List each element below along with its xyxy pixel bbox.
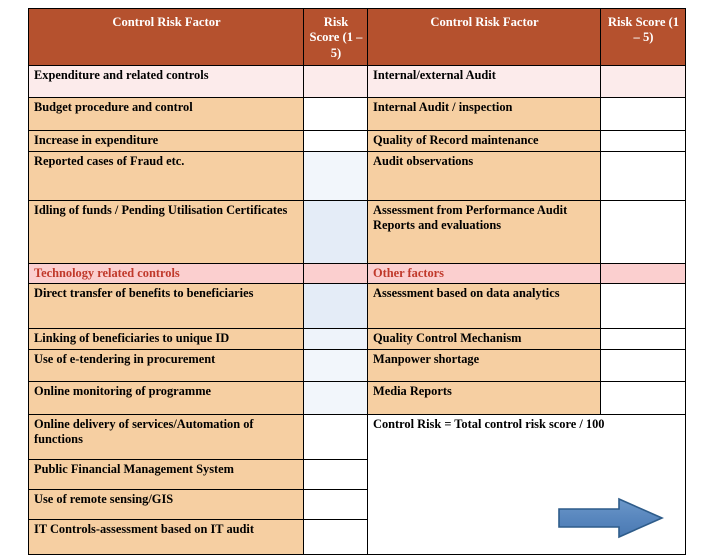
table-row: Linking of beneficiaries to unique ID Qu… [28, 328, 686, 351]
risk-score-cell[interactable] [303, 381, 368, 416]
risk-score-cell[interactable] [303, 97, 368, 131]
table-header-row: Control Risk Factor Risk Score (1 – 5) C… [28, 8, 686, 66]
risk-factor-cell: Idling of funds / Pending Utilisation Ce… [28, 200, 304, 264]
risk-factor-cell: Internal Audit / inspection [367, 97, 601, 131]
risk-factor-cell: Quality Control Mechanism [367, 328, 601, 351]
table-row: Increase in expenditure Quality of Recor… [28, 130, 686, 152]
risk-factor-cell: Budget procedure and control [28, 97, 304, 131]
risk-score-cell[interactable] [303, 328, 368, 351]
table-row: Reported cases of Fraud etc. Audit obser… [28, 151, 686, 201]
risk-score-cell[interactable] [303, 151, 368, 201]
risk-factor-cell: IT Controls-assessment based on IT audit [28, 519, 304, 555]
risk-factor-cell: Increase in expenditure [28, 130, 304, 152]
control-risk-formula-cell: Control Risk = Total control risk score … [367, 414, 686, 555]
risk-score-cell[interactable] [303, 262, 368, 285]
risk-factor-cell: Online delivery of services/Automation o… [28, 414, 304, 461]
header-risk-score-left: Risk Score (1 – 5) [303, 8, 368, 66]
risk-score-cell[interactable] [600, 130, 686, 152]
header-risk-score-right: Risk Score (1 – 5) [600, 8, 686, 66]
risk-score-cell[interactable] [303, 200, 368, 264]
table-row: Budget procedure and control Internal Au… [28, 97, 686, 131]
header-control-risk-factor-left: Control Risk Factor [28, 8, 304, 66]
risk-score-cell[interactable] [303, 459, 368, 491]
risk-factor-cell: Direct transfer of benefits to beneficia… [28, 283, 304, 330]
risk-score-cell[interactable] [600, 65, 686, 98]
risk-factor-cell: Reported cases of Fraud etc. [28, 151, 304, 201]
risk-score-cell[interactable] [303, 489, 368, 521]
risk-score-cell[interactable] [600, 97, 686, 131]
table-row: Direct transfer of benefits to beneficia… [28, 283, 686, 330]
risk-factor-cell: Use of remote sensing/GIS [28, 489, 304, 521]
table-row: Idling of funds / Pending Utilisation Ce… [28, 200, 686, 264]
header-control-risk-factor-right: Control Risk Factor [367, 8, 601, 66]
risk-factor-cell: Other factors [367, 262, 601, 285]
risk-score-cell[interactable] [303, 283, 368, 330]
risk-factor-cell: Audit observations [367, 151, 601, 201]
risk-factor-cell: Linking of beneficiaries to unique ID [28, 328, 304, 351]
risk-factor-cell: Quality of Record maintenance [367, 130, 601, 152]
risk-factor-cell: Assessment from Performance Audit Report… [367, 200, 601, 264]
risk-score-cell[interactable] [303, 65, 368, 98]
control-risk-factor-table: Control Risk Factor Risk Score (1 – 5) C… [28, 8, 686, 555]
risk-score-cell[interactable] [600, 262, 686, 285]
risk-score-cell[interactable] [303, 519, 368, 555]
risk-factor-cell: Public Financial Management System [28, 459, 304, 491]
risk-score-cell[interactable] [600, 349, 686, 383]
risk-factor-cell: Technology related controls [28, 262, 304, 285]
slide-canvas: Control Risk Factor Risk Score (1 – 5) C… [0, 0, 720, 555]
table-row: Expenditure and related controls Interna… [28, 65, 686, 98]
risk-factor-cell: Manpower shortage [367, 349, 601, 383]
risk-factor-cell: Internal/external Audit [367, 65, 601, 98]
risk-score-cell[interactable] [600, 151, 686, 201]
risk-score-cell[interactable] [303, 130, 368, 152]
risk-factor-cell: Assessment based on data analytics [367, 283, 601, 330]
table-row: Online monitoring of programme Media Rep… [28, 381, 686, 416]
risk-score-cell[interactable] [600, 328, 686, 351]
risk-score-cell[interactable] [600, 200, 686, 264]
risk-score-cell[interactable] [600, 283, 686, 330]
risk-factor-cell: Use of e-tendering in procurement [28, 349, 304, 383]
control-risk-formula-text: Control Risk = Total control risk score … [373, 417, 605, 432]
risk-score-cell[interactable] [303, 349, 368, 383]
risk-factor-cell: Media Reports [367, 381, 601, 416]
table-row: Online delivery of services/Automation o… [28, 414, 686, 555]
table-row: Technology related controls Other factor… [28, 262, 686, 285]
risk-factor-cell: Online monitoring of programme [28, 381, 304, 416]
table-row: Use of e-tendering in procurement Manpow… [28, 349, 686, 383]
risk-score-cell[interactable] [303, 414, 368, 461]
risk-factor-cell: Expenditure and related controls [28, 65, 304, 98]
risk-score-cell[interactable] [600, 381, 686, 416]
